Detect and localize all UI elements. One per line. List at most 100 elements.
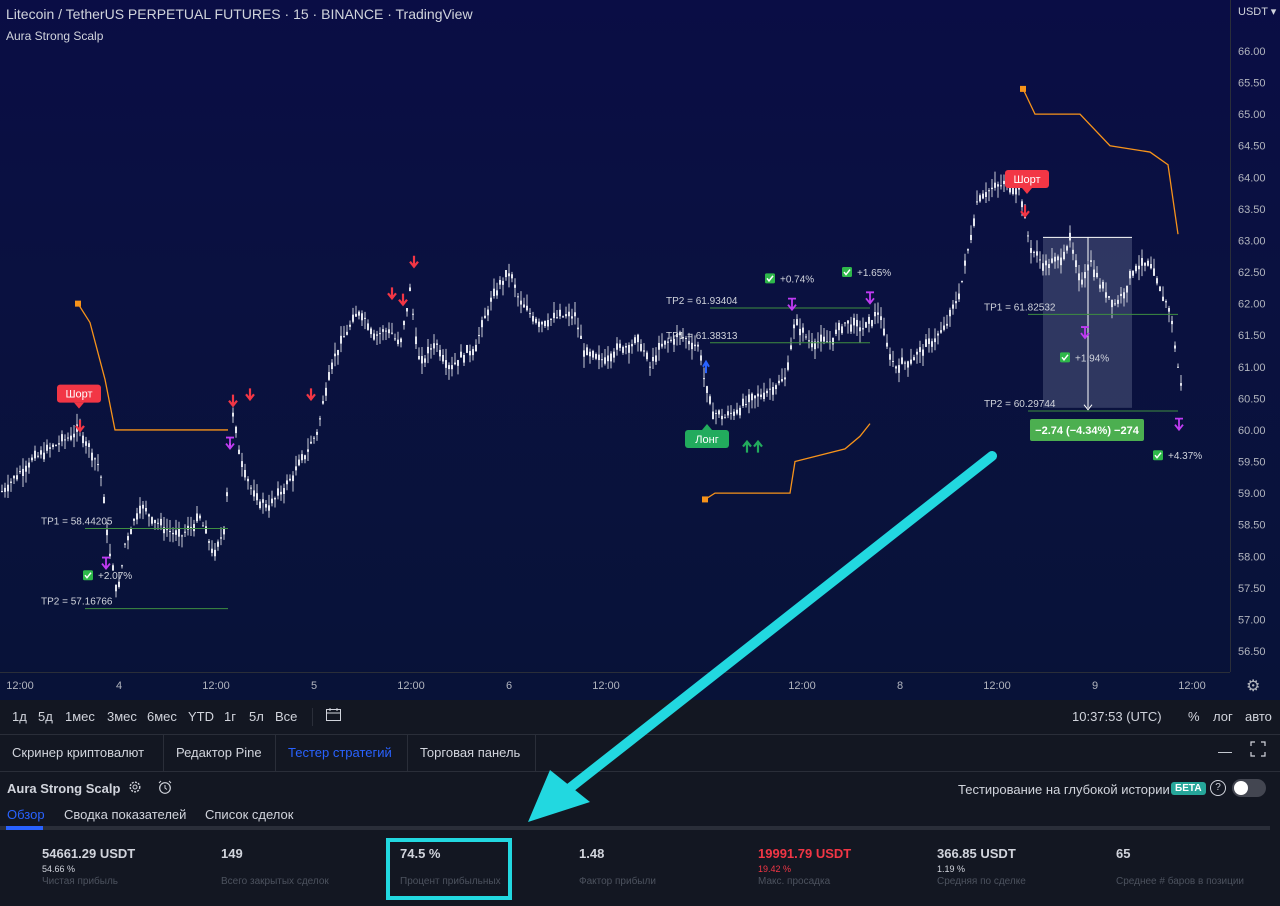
time-axis[interactable] [0, 672, 1230, 700]
candle [88, 443, 90, 447]
tab-strategy-tester[interactable]: Тестер стратегий [276, 735, 408, 771]
candle [1084, 272, 1086, 279]
candle [283, 488, 285, 494]
tab-crypto-screener[interactable]: Скринер криптовалют ⌄ [0, 735, 164, 796]
take-profit-marker-icon [1174, 417, 1184, 432]
candle [580, 335, 582, 339]
candle [1048, 264, 1050, 269]
candle [1126, 285, 1128, 293]
price-axis[interactable] [1230, 0, 1280, 672]
candle [850, 324, 852, 332]
tp-level-label: TP1 = 61.82532 [984, 302, 1056, 313]
alarm-clock-icon[interactable] [157, 780, 173, 798]
candle [934, 338, 936, 343]
toggle-knob [1234, 781, 1248, 795]
buy-arrow-icon [753, 439, 763, 453]
candle [898, 365, 900, 373]
candle [979, 195, 981, 202]
candle [16, 475, 18, 480]
minimize-icon[interactable]: — [1218, 743, 1232, 759]
candle [799, 328, 801, 336]
candle [868, 316, 870, 324]
candle [463, 355, 465, 363]
candle [1141, 258, 1143, 266]
candle [145, 507, 147, 512]
candle [835, 329, 837, 334]
candle [244, 469, 246, 478]
candle [856, 319, 858, 327]
candle [1051, 258, 1053, 263]
candle [391, 332, 393, 334]
candle [457, 360, 459, 366]
candle [733, 411, 735, 416]
tf-5y[interactable]: 5л [249, 709, 264, 724]
percent-toggle[interactable]: % [1188, 709, 1200, 724]
strategy-settings-icon[interactable] [128, 780, 142, 797]
candle [427, 346, 429, 354]
candle [1150, 264, 1152, 269]
price-chart[interactable]: 66.0065.5065.0064.5064.0063.5063.0062.50… [0, 0, 1280, 700]
date-range-icon[interactable] [325, 707, 343, 726]
clock[interactable]: 10:37:53 (UTC) [1072, 709, 1162, 724]
candle [1087, 264, 1089, 271]
candle [172, 532, 174, 535]
metric-label: Среднее # баров в позиции [1116, 876, 1245, 887]
short-signal-pointer [74, 402, 84, 409]
candle [661, 343, 663, 347]
candle [112, 565, 114, 571]
tf-3m[interactable]: 3мес [107, 709, 137, 724]
buy-arrow-icon [742, 439, 752, 453]
candle [1129, 270, 1131, 279]
tf-6m[interactable]: 6мес [147, 709, 177, 724]
candle [721, 415, 723, 420]
candle [181, 535, 183, 537]
tf-all[interactable]: Все [275, 709, 297, 724]
candle [940, 330, 942, 333]
strategy-name[interactable]: Aura Strong Scalp [7, 781, 120, 796]
highlight-box [386, 838, 512, 900]
candle [499, 279, 501, 285]
tab-pine-editor[interactable]: Редактор Pine [164, 735, 276, 771]
candle [91, 452, 93, 461]
candle [400, 338, 402, 343]
candle [565, 314, 567, 317]
deep-history-toggle[interactable] [1232, 779, 1266, 797]
checkmark-icon [83, 570, 93, 581]
candle [22, 468, 24, 476]
candle [520, 300, 522, 305]
candle [388, 329, 390, 334]
long-signal-pointer [702, 423, 712, 430]
indicator-name[interactable]: Aura Strong Scalp [6, 29, 103, 43]
chart-settings-icon[interactable]: ⚙ [1246, 676, 1260, 696]
auto-toggle[interactable]: авто [1245, 709, 1272, 724]
metric-label: Макс. просадка [758, 876, 831, 887]
candle [628, 345, 630, 353]
candle [331, 362, 333, 370]
candle [232, 412, 234, 417]
maximize-icon[interactable] [1250, 741, 1266, 760]
candle [538, 321, 540, 327]
metric-total-trades: 149 Всего закрытых сделок [221, 846, 329, 887]
log-toggle[interactable]: лог [1213, 709, 1233, 724]
subtab-trade-list[interactable]: Список сделок [205, 807, 293, 822]
candle [157, 522, 159, 524]
candle [382, 329, 384, 332]
candle [1165, 301, 1167, 303]
chart-area[interactable]: 66.00 65.50 65.00 64.50 64.00 63.50 63.00 62.50… [0, 0, 1280, 700]
tab-trading-panel[interactable]: Торговая панель [408, 735, 536, 771]
candle [196, 513, 198, 522]
help-icon[interactable]: ? [1210, 780, 1226, 796]
sell-arrow-icon [398, 293, 408, 307]
tf-5d[interactable]: 5д [38, 709, 53, 724]
tf-1m[interactable]: 1мес [65, 709, 95, 724]
candle [928, 338, 930, 345]
tf-1d[interactable]: 1д [12, 709, 27, 724]
candle [604, 357, 606, 364]
candle [574, 312, 576, 317]
candle [217, 541, 219, 547]
candle [61, 434, 63, 442]
tf-ytd[interactable]: YTD [188, 709, 214, 724]
subtab-overview[interactable]: Обзор [7, 807, 45, 822]
tf-1y[interactable]: 1г [224, 709, 236, 724]
subtab-summary[interactable]: Сводка показателей [64, 807, 186, 822]
